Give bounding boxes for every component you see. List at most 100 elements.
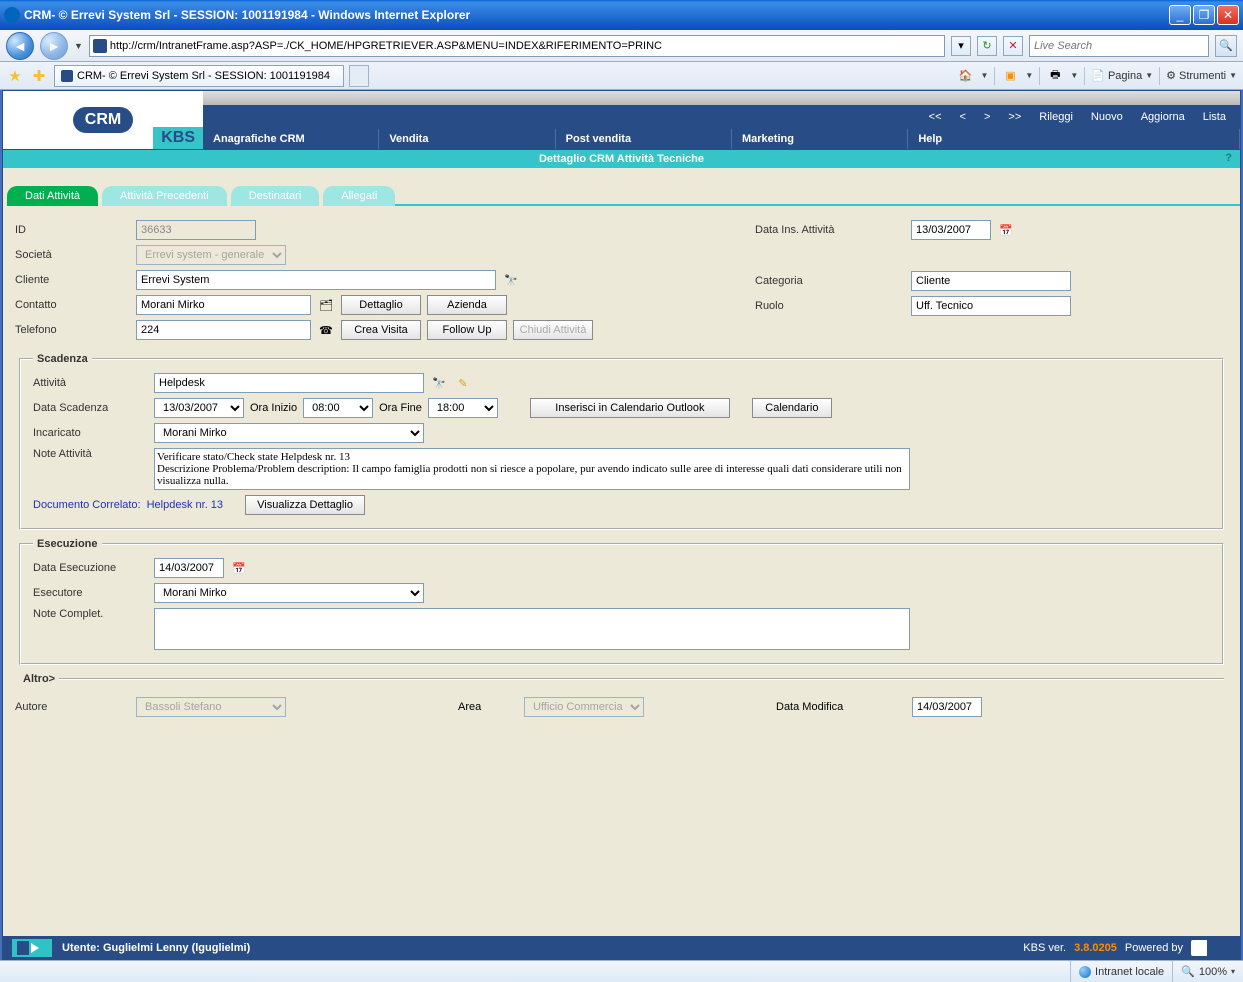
search-input[interactable] [1034, 40, 1204, 52]
chiudi-attivita-button: Chiudi Attività [513, 320, 593, 340]
label-contatto: Contatto [15, 299, 130, 311]
nav-forward-fast[interactable]: >> [1008, 111, 1021, 123]
nav-forward[interactable]: > [984, 111, 990, 123]
nav-rileggi[interactable]: Rileggi [1039, 111, 1073, 123]
area-select: Ufficio Commerciale [524, 697, 644, 717]
favorites-star-icon[interactable]: ★ [6, 67, 24, 85]
altro-legend[interactable]: Altro> [19, 673, 59, 685]
kbs-ver-label: KBS ver. [1023, 942, 1066, 954]
societa-select: Errevi system - generale [136, 245, 286, 265]
menu-anagrafiche[interactable]: Anagrafiche CRM [203, 129, 379, 149]
search-button[interactable]: 🔍 [1215, 35, 1237, 57]
menu-marketing[interactable]: Marketing [732, 129, 908, 149]
tab-row: Dati Attività Attività Precedenti Destin… [3, 186, 1240, 206]
browser-tab[interactable]: CRM- © Errevi System Srl - SESSION: 1001… [54, 65, 344, 87]
home-icon[interactable]: 🏠 [956, 67, 974, 85]
ie-status-bar: Intranet locale 🔍100% ▾ [0, 960, 1243, 982]
doc-correlato-link[interactable]: Helpdesk nr. 13 [147, 499, 223, 511]
add-favorite-icon[interactable]: ✚ [30, 67, 48, 85]
label-cliente: Cliente [15, 274, 130, 286]
esecutore-select[interactable]: Morani Mirko [154, 583, 424, 603]
window-titlebar: CRM- © Errevi System Srl - SESSION: 1001… [0, 0, 1243, 30]
ie-favorites-bar: ★ ✚ CRM- © Errevi System Srl - SESSION: … [0, 62, 1243, 90]
visualizza-dettaglio-button[interactable]: Visualizza Dettaglio [245, 495, 365, 515]
footer-user: Utente: Guglielmi Lenny (lguglielmi) [62, 942, 250, 954]
crea-visita-button[interactable]: Crea Visita [341, 320, 421, 340]
doc-correlato-label: Documento Correlato: [33, 499, 141, 511]
url-input[interactable] [110, 40, 941, 52]
scadenza-fieldset: Scadenza Attività 🔭 ✎ Data Scadenza 13/0… [19, 353, 1224, 530]
calendar-icon[interactable]: 📅 [997, 221, 1015, 239]
tab-destinatari[interactable]: Destinatari [231, 186, 320, 206]
exit-icon[interactable] [12, 939, 52, 957]
forward-button[interactable]: ► [40, 32, 68, 60]
note-complet-textarea[interactable] [154, 608, 910, 650]
dettaglio-button[interactable]: Dettaglio [341, 295, 421, 315]
note-attivita-textarea[interactable] [154, 448, 910, 490]
tools-menu[interactable]: ⚙ Strumenti▼ [1166, 69, 1237, 82]
ora-fine-select[interactable]: 18:00 [428, 398, 498, 418]
binoculars-icon[interactable]: 🔭 [502, 271, 520, 289]
security-zone: Intranet locale [1070, 961, 1172, 982]
label-data-modifica: Data Modifica [776, 701, 906, 713]
nav-back-fast[interactable]: << [929, 111, 942, 123]
page-menu-icon: 📄 [1091, 69, 1105, 82]
nav-nuovo[interactable]: Nuovo [1091, 111, 1123, 123]
incaricato-select[interactable]: Morani Mirko [154, 423, 424, 443]
print-icon[interactable]: 🖶 [1046, 67, 1064, 85]
calendar-icon[interactable]: 📅 [230, 559, 248, 577]
tab-dati-attivita[interactable]: Dati Attività [7, 186, 98, 206]
menu-vendita[interactable]: Vendita [379, 129, 555, 149]
data-esecuzione-field[interactable] [154, 558, 224, 578]
nav-lista[interactable]: Lista [1203, 111, 1226, 123]
tab-allegati[interactable]: Allegati [323, 186, 395, 206]
binoculars-icon[interactable]: 🔭 [430, 374, 448, 392]
categoria-field[interactable] [911, 271, 1071, 291]
follow-up-button[interactable]: Follow Up [427, 320, 507, 340]
contatto-field[interactable] [136, 295, 311, 315]
nav-aggiorna[interactable]: Aggiorna [1141, 111, 1185, 123]
azienda-button[interactable]: Azienda [427, 295, 507, 315]
feeds-icon[interactable]: ▣ [1001, 67, 1019, 85]
tab-attivita-precedenti[interactable]: Attività Precedenti [102, 186, 227, 206]
go-button[interactable]: ↻ [977, 36, 997, 56]
menu-help[interactable]: Help [908, 129, 1240, 149]
ora-inizio-select[interactable]: 08:00 [303, 398, 373, 418]
cliente-field[interactable] [136, 270, 496, 290]
inserisci-calendario-button[interactable]: Inserisci in Calendario Outlook [530, 398, 730, 418]
ruolo-field[interactable] [911, 296, 1071, 316]
label-ruolo: Ruolo [755, 300, 905, 312]
tab-title: CRM- © Errevi System Srl - SESSION: 1001… [77, 70, 330, 82]
nav-back[interactable]: < [960, 111, 966, 123]
content-area: CRM KBS << < > >> Rileggi Nuovo Aggiorna… [0, 90, 1243, 960]
label-categoria: Categoria [755, 275, 905, 287]
calendario-button[interactable]: Calendario [752, 398, 832, 418]
edit-pencil-icon[interactable]: ✎ [454, 374, 472, 392]
page-menu[interactable]: 📄 Pagina▼ [1091, 69, 1153, 82]
label-incaricato: Incaricato [33, 427, 148, 439]
stop-button[interactable]: ✕ [1003, 36, 1023, 56]
card-icon[interactable]: 🗂 [317, 296, 335, 314]
kbs-version: 3.8.0205 [1074, 942, 1117, 954]
data-modifica-field[interactable] [912, 697, 982, 717]
help-icon[interactable]: ? [1225, 152, 1232, 164]
label-autore: Autore [15, 701, 130, 713]
tools-gear-icon: ⚙ [1166, 69, 1176, 82]
close-button[interactable]: ✕ [1217, 5, 1239, 25]
new-tab-button[interactable] [349, 65, 369, 87]
data-scadenza-select[interactable]: 13/03/2007 [154, 398, 244, 418]
back-button[interactable]: ◄ [6, 32, 34, 60]
nav-history-dropdown[interactable]: ▼ [74, 41, 83, 51]
id-field [136, 220, 256, 240]
phone-icon[interactable]: ☎ [317, 321, 335, 339]
attivita-field[interactable] [154, 373, 424, 393]
minimize-button[interactable]: _ [1169, 5, 1191, 25]
zoom-control[interactable]: 🔍100% ▾ [1172, 961, 1243, 982]
menu-post-vendita[interactable]: Post vendita [556, 129, 732, 149]
telefono-field[interactable] [136, 320, 311, 340]
url-dropdown[interactable]: ▾ [951, 36, 971, 56]
crm-logo: CRM KBS [3, 91, 203, 149]
data-ins-field[interactable] [911, 220, 991, 240]
label-note-attivita: Note Attività [33, 448, 148, 460]
maximize-button[interactable]: ❐ [1193, 5, 1215, 25]
